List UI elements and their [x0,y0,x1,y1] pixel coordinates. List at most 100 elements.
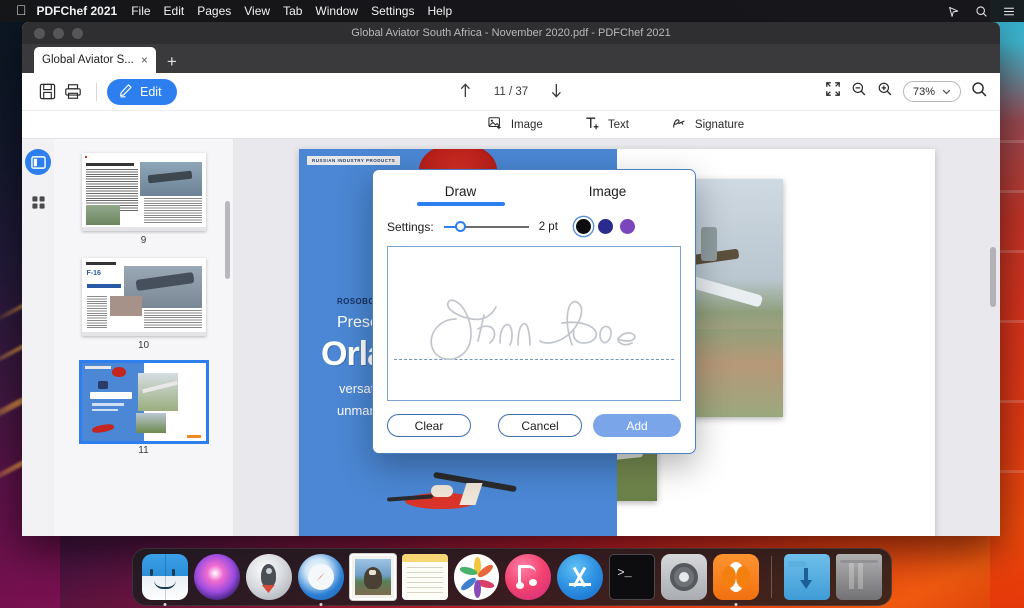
add-button[interactable]: Add [593,414,681,437]
tab-document[interactable]: Global Aviator S... × [34,47,156,73]
arrow-down-icon[interactable] [550,82,563,102]
menu-edit[interactable]: Edit [164,4,185,18]
signature-canvas[interactable] [387,246,681,401]
toolbar-right-cluster: 73% [825,81,988,103]
control-center-icon[interactable] [1002,5,1016,18]
text-add-icon [585,116,600,134]
menu-file[interactable]: File [131,4,150,18]
cancel-button-label: Cancel [521,419,558,433]
dock-icon-music[interactable] [505,554,551,600]
settings-row: Settings: 2 pt [387,219,681,234]
dock-icon-trash[interactable] [836,554,882,600]
dock-icon-finder[interactable] [142,554,188,600]
settings-label: Settings: [387,220,434,234]
thumbnail-list: 9 F-16 10 [54,139,233,456]
window-title: Global Aviator South Africa - November 2… [22,27,1000,39]
dock-icon-downloads-folder[interactable] [784,554,830,600]
mac-menu-bar:  PDFChef 2021 File Edit Pages View Tab … [0,0,1024,22]
list-item[interactable]: 11 [82,363,206,456]
tab-close-icon[interactable]: × [141,53,148,67]
thumbnail-page-number: 9 [141,235,147,246]
thumbnail-panel[interactable]: 9 F-16 10 [54,139,234,536]
dock-icon-notes[interactable] [402,554,448,600]
tab-image[interactable]: Image [534,184,681,206]
dock-icon-safari[interactable] [298,554,344,600]
tab-label: Global Aviator S... [42,54,134,66]
arrow-up-icon[interactable] [459,82,472,102]
tab-bar: Global Aviator S... × + [22,44,1000,73]
new-tab-button[interactable]: + [167,53,177,70]
insert-image-tool[interactable]: Image [488,116,543,133]
page-navigation: 11 / 37 [459,82,563,102]
image-add-icon [488,116,503,133]
fullscreen-icon[interactable] [825,81,841,102]
dock-icon-app-store[interactable] [557,554,603,600]
zoom-in-icon[interactable] [877,81,893,102]
dock-icon-terminal[interactable]: >_ [609,554,655,600]
menu-view[interactable]: View [244,4,270,18]
dock-icon-mail[interactable] [350,554,396,600]
dock-separator [771,556,772,598]
list-item[interactable]: 9 [82,153,206,246]
color-swatch-black[interactable] [576,219,591,234]
insert-signature-label: Signature [695,119,744,131]
add-button-label: Add [626,419,647,433]
slider-knob[interactable] [455,221,466,232]
menu-window[interactable]: Window [315,4,358,18]
page-indicator[interactable]: 11 / 37 [494,86,528,98]
page-ribbon-label: RUSSIAN INDUSTRY PRODUCTS [307,156,400,165]
zoom-level-dropdown[interactable]: 73% [903,81,961,102]
dock-icon-pdfchef[interactable] [713,554,759,600]
menu-tab[interactable]: Tab [283,4,302,18]
thumbnail-scrollbar[interactable] [225,201,230,279]
edit-button-label: Edit [140,85,162,99]
search-icon[interactable] [975,5,988,18]
insert-text-tool[interactable]: Text [585,116,629,134]
insert-signature-tool[interactable]: Signature [671,116,744,134]
search-icon[interactable] [971,81,988,103]
zoom-level-value: 73% [913,86,935,98]
mac-dock: >_ [132,548,892,606]
dock-icon-system-preferences[interactable] [661,554,707,600]
insert-text-label: Text [608,119,629,131]
dock-icon-launchpad[interactable] [246,554,292,600]
stroke-width-slider[interactable] [444,220,529,234]
insert-image-label: Image [511,119,543,131]
apple-logo-icon[interactable]:  [16,2,27,18]
signature-pen-icon [671,116,687,134]
page-thumbnail-11[interactable] [82,363,206,441]
document-scrollbar[interactable] [990,247,996,307]
sidebar-panel-icon[interactable] [25,149,51,175]
thumbnail-page-number: 11 [138,445,148,456]
cancel-button[interactable]: Cancel [498,414,582,437]
signature-dialog: Draw Image Settings: 2 pt [372,169,696,454]
menu-pages[interactable]: Pages [197,4,231,18]
siri-icon[interactable] [948,5,961,18]
model-airplane-graphic [387,471,517,517]
tab-draw[interactable]: Draw [387,184,534,206]
grid-thumbnails-icon[interactable] [25,189,51,215]
menubar-app-name[interactable]: PDFChef 2021 [37,4,118,18]
color-swatch-navy[interactable] [598,219,613,234]
menu-help[interactable]: Help [427,4,452,18]
page-thumbnail-10[interactable]: F-16 [82,258,206,336]
primary-toolbar: Edit 11 / 37 [22,73,1000,111]
pdfchef-window: Global Aviator South Africa - November 2… [22,22,1000,536]
stroke-width-value: 2 pt [539,221,558,233]
clear-button[interactable]: Clear [387,414,471,437]
color-swatch-purple[interactable] [620,219,635,234]
dialog-buttons: Clear Cancel Add [387,414,681,437]
clear-button-label: Clear [415,419,444,433]
print-icon[interactable] [60,79,86,105]
zoom-out-icon[interactable] [851,81,867,102]
list-item[interactable]: F-16 10 [82,258,206,351]
left-rail [22,139,54,536]
save-icon[interactable] [34,79,60,105]
tab-image-label: Image [589,184,627,199]
edit-button[interactable]: Edit [107,79,177,105]
dock-icon-photos[interactable] [454,554,500,600]
dock-icon-siri[interactable] [194,554,240,600]
page-thumbnail-9[interactable] [82,153,206,231]
menu-settings[interactable]: Settings [371,4,414,18]
window-title-bar: Global Aviator South Africa - November 2… [22,22,1000,44]
